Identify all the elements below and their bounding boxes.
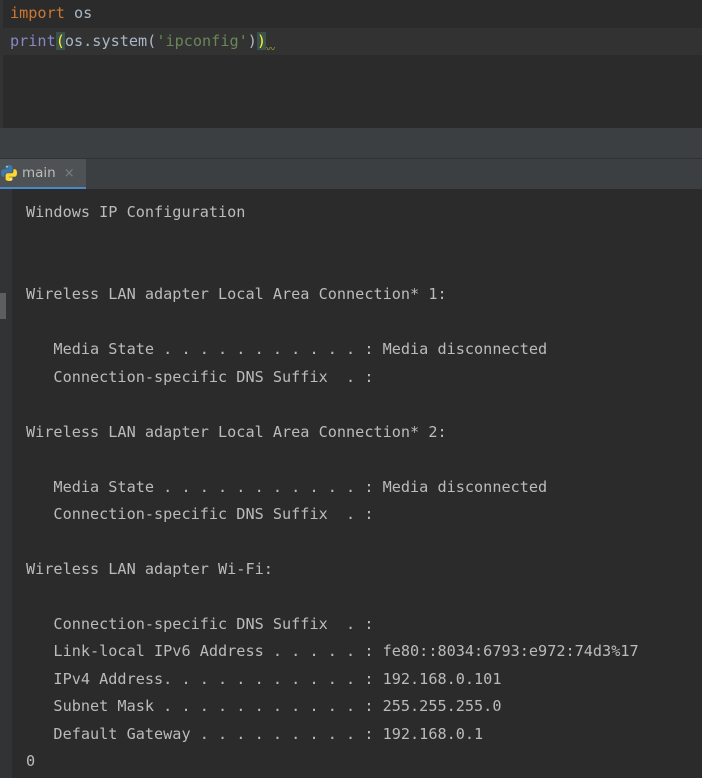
console-line: Default Gateway . . . . . . . . . : 192.… [26, 724, 484, 743]
os-system-call: os.system( [64, 32, 157, 50]
code-editor[interactable]: import os print(os.system('ipconfig'))〰 [0, 0, 702, 128]
python-icon [1, 165, 17, 181]
console-line: Wireless LAN adapter Wi-Fi: [26, 559, 273, 578]
console-scroll-thumb[interactable] [0, 293, 6, 319]
console-line: Media State . . . . . . . . . . . : Medi… [26, 340, 548, 359]
console-line: IPv4 Address. . . . . . . . . . . : 192.… [26, 669, 502, 688]
string-argument: 'ipconfig' [156, 32, 248, 50]
code-line-1[interactable]: import os [10, 0, 92, 27]
console-line: Connection-specific DNS Suffix . : [26, 504, 374, 523]
console-left-toolbar [0, 189, 12, 778]
console-text: Windows IP Configuration Wireless LAN ad… [26, 199, 639, 776]
run-tab-label: main [22, 165, 56, 181]
run-console-output[interactable]: Windows IP Configuration Wireless LAN ad… [0, 189, 702, 778]
console-line: Link-local IPv6 Address . . . . . : fe80… [26, 642, 639, 661]
console-line: Subnet Mask . . . . . . . . . . . : 255.… [26, 697, 502, 716]
panel-separator[interactable] [0, 128, 702, 158]
run-tab-main[interactable]: main × [0, 159, 86, 190]
console-line: Wireless LAN adapter Local Area Connecti… [26, 422, 447, 441]
module-name: os [64, 4, 93, 22]
code-line-2[interactable]: print(os.system('ipconfig'))〰 [0, 28, 702, 55]
console-line: Connection-specific DNS Suffix . : [26, 367, 374, 386]
run-tool-window-tabbar: main × [0, 158, 702, 190]
outer-close-paren: ) [256, 32, 267, 50]
warning-squiggle: 〰 [266, 45, 276, 55]
console-line: Connection-specific DNS Suffix . : [26, 614, 374, 633]
keyword-import: import [10, 4, 65, 22]
close-icon[interactable]: × [64, 166, 75, 181]
console-line: Wireless LAN adapter Local Area Connecti… [26, 285, 447, 304]
builtin-print: print [10, 32, 56, 50]
inner-close-paren: ) [247, 32, 257, 50]
open-paren: ( [55, 32, 65, 50]
console-line: Media State . . . . . . . . . . . : Medi… [26, 477, 548, 496]
editor-gutter [0, 0, 3, 128]
console-line: Windows IP Configuration [26, 203, 246, 221]
console-line: 0 [26, 752, 36, 771]
